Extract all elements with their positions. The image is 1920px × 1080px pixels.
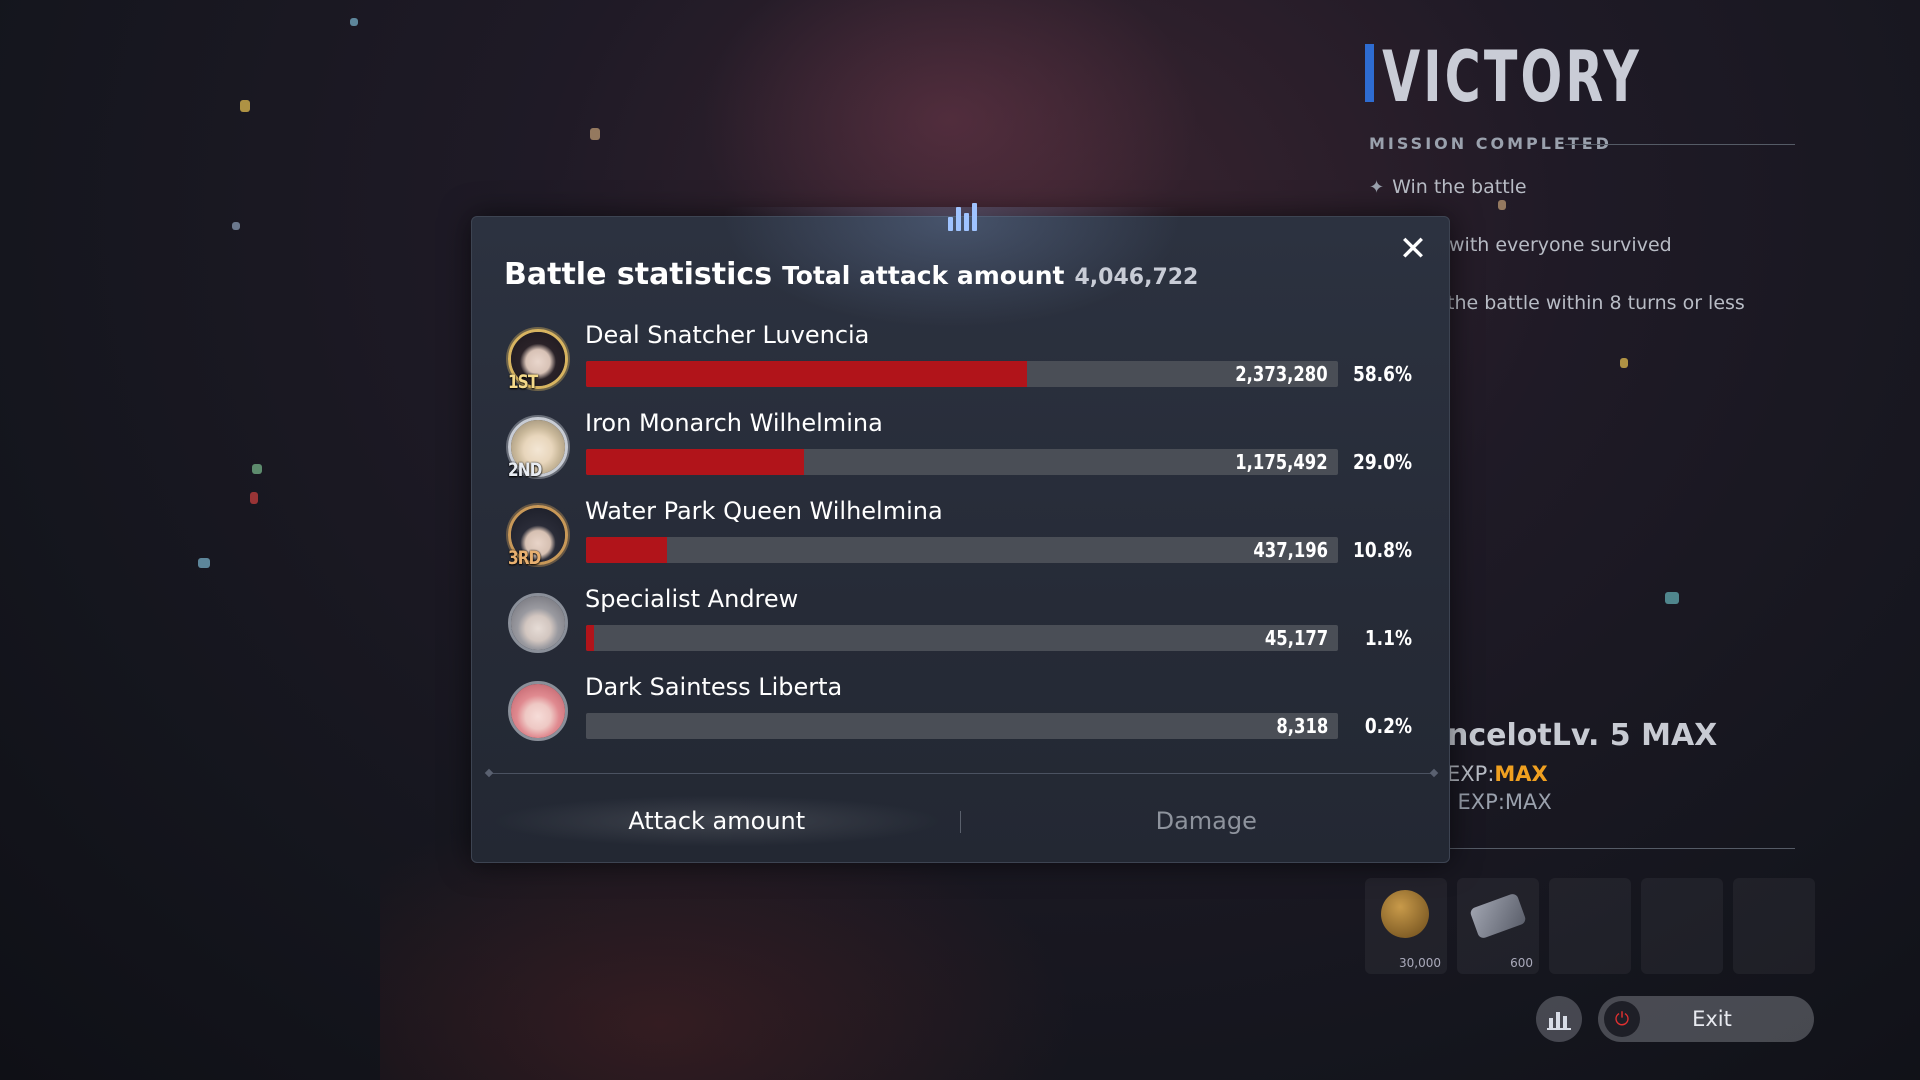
character-name: Iron Monarch Wilhelmina (585, 409, 883, 437)
attack-bar-fill (586, 449, 805, 475)
attack-bar-fill (586, 625, 595, 651)
modal-divider (490, 773, 1433, 774)
mission-divider (1565, 144, 1795, 145)
battle-statistics-modal: ✕ Battle statistics Total attack amount … (471, 203, 1451, 863)
stats-row: Specialist Andrew 45,177 1.1% (504, 585, 1424, 673)
star-icon: ✦ (1369, 176, 1385, 198)
exit-button[interactable]: ⏻ Exit (1598, 996, 1814, 1042)
exp-line: EXP:MAX (1447, 762, 1548, 786)
character-name: Dark Saintess Liberta (585, 673, 843, 701)
attack-bar-fill (586, 361, 1027, 387)
confetti (240, 100, 250, 112)
attack-value: 2,373,280 (1235, 362, 1328, 386)
reward-count: 30,000 (1399, 956, 1441, 970)
exp-prefix: EXP: (1447, 762, 1495, 786)
attack-bar: 1,175,492 (586, 449, 1338, 475)
mission-text: Win the battle (1392, 176, 1527, 198)
reward-slot[interactable]: 600 (1457, 878, 1539, 974)
attack-percent: 1.1% (1364, 626, 1412, 650)
coin-icon (1381, 890, 1429, 938)
attack-percent: 10.8% (1353, 538, 1412, 562)
chart-icon (944, 195, 980, 231)
modal-title: Battle statistics (504, 257, 773, 292)
rank-badge: 2ND (508, 459, 542, 481)
attack-value: 437,196 (1253, 538, 1328, 562)
confetti (232, 222, 240, 230)
close-icon: ✕ (1398, 229, 1428, 269)
total-attack-label: Total attack amount (782, 261, 1065, 290)
mission-item: with everyone survived (1449, 234, 1672, 256)
rank-badge: 3RD (508, 547, 541, 569)
attack-percent: 58.6% (1353, 362, 1412, 386)
attack-percent: 29.0% (1353, 450, 1412, 474)
reward-slot[interactable]: 30,000 (1365, 878, 1447, 974)
modal-header: Battle statistics Total attack amount 4,… (504, 257, 1198, 292)
attack-percent: 0.2% (1364, 714, 1412, 738)
stats-row: 3RD Water Park Queen Wilhelmina 437,196 … (504, 497, 1424, 585)
stats-list: 1ST Deal Snatcher Luvencia 2,373,280 58.… (504, 321, 1424, 761)
stats-row: 1ST Deal Snatcher Luvencia 2,373,280 58.… (504, 321, 1424, 409)
confetti (250, 492, 258, 504)
mission-text: the battle within 8 turns or less (1447, 292, 1745, 314)
mission-item: the battle within 8 turns or less (1447, 292, 1745, 314)
rank-badge: 1ST (508, 371, 538, 393)
stats-row: Dark Saintess Liberta 8,318 0.2% (504, 673, 1424, 761)
tab-damage[interactable]: Damage (962, 793, 1452, 849)
confetti (252, 464, 262, 474)
ticket-icon (1469, 892, 1527, 940)
exit-label: Exit (1692, 1007, 1732, 1031)
stats-tabs: Attack amount Damage (472, 793, 1451, 849)
attack-bar: 45,177 (586, 625, 1338, 651)
confetti (350, 18, 358, 26)
reward-slot-empty (1733, 878, 1815, 974)
exp-line: l EXP:MAX (1445, 790, 1552, 814)
attack-bar-fill (586, 537, 668, 563)
tab-attack-amount[interactable]: Attack amount (472, 793, 962, 849)
character-name: Specialist Andrew (585, 585, 799, 613)
attack-bar: 8,318 (586, 713, 1338, 739)
chart-icon (1547, 1012, 1571, 1030)
power-icon: ⏻ (1604, 1001, 1640, 1037)
character-name: Water Park Queen Wilhelmina (585, 497, 943, 525)
avatar (508, 593, 568, 653)
character-level-label: ncelotLv. 5 MAX (1447, 718, 1718, 753)
attack-bar: 437,196 (586, 537, 1338, 563)
victory-title: VICTORY (1382, 36, 1642, 118)
attack-value: 8,318 (1276, 714, 1328, 738)
reward-slot-empty (1549, 878, 1631, 974)
total-attack-value: 4,046,722 (1074, 265, 1199, 290)
avatar (508, 681, 568, 741)
stats-row: 2ND Iron Monarch Wilhelmina 1,175,492 29… (504, 409, 1424, 497)
mission-item: ✦ Win the battle (1369, 176, 1527, 198)
mission-text: with everyone survived (1449, 234, 1672, 256)
attack-bar: 2,373,280 (586, 361, 1338, 387)
reward-count: 600 (1510, 956, 1533, 970)
reward-slot-empty (1641, 878, 1723, 974)
confetti (198, 558, 210, 568)
attack-value: 45,177 (1264, 626, 1328, 650)
character-name: Deal Snatcher Luvencia (585, 321, 870, 349)
attack-value: 1,175,492 (1235, 450, 1328, 474)
exp-max-value: MAX (1494, 762, 1548, 786)
tab-separator (960, 811, 961, 833)
statistics-button[interactable] (1536, 996, 1582, 1042)
confetti (590, 128, 600, 140)
close-button[interactable]: ✕ (1395, 229, 1431, 269)
